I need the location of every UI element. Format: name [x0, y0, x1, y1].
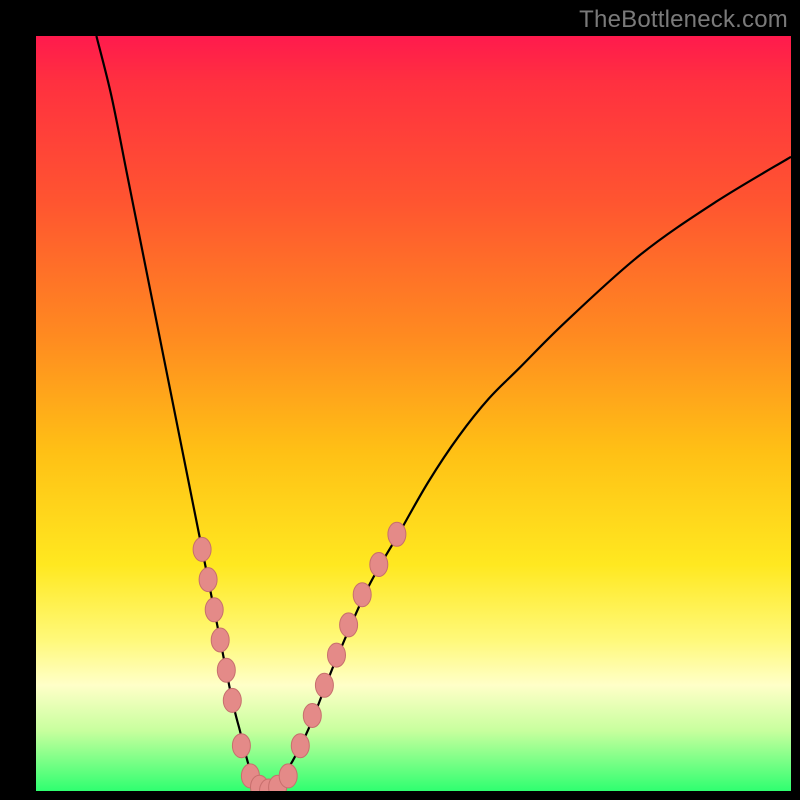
data-marker [291, 734, 309, 758]
data-marker [279, 764, 297, 788]
data-marker [388, 522, 406, 546]
data-marker [193, 537, 211, 561]
bottleneck-curve [36, 36, 791, 791]
data-marker [205, 598, 223, 622]
data-marker [315, 673, 333, 697]
data-marker [328, 643, 346, 667]
data-marker [340, 613, 358, 637]
marker-group [193, 522, 406, 791]
data-marker [199, 568, 217, 592]
data-marker [303, 704, 321, 728]
data-marker [223, 688, 241, 712]
data-marker [353, 583, 371, 607]
data-marker [217, 658, 235, 682]
watermark-text: TheBottleneck.com [579, 6, 788, 34]
plot-area [36, 36, 791, 791]
data-marker [370, 553, 388, 577]
curve-path [96, 36, 791, 791]
data-marker [211, 628, 229, 652]
data-marker [232, 734, 250, 758]
chart-frame: TheBottleneck.com [0, 0, 800, 800]
